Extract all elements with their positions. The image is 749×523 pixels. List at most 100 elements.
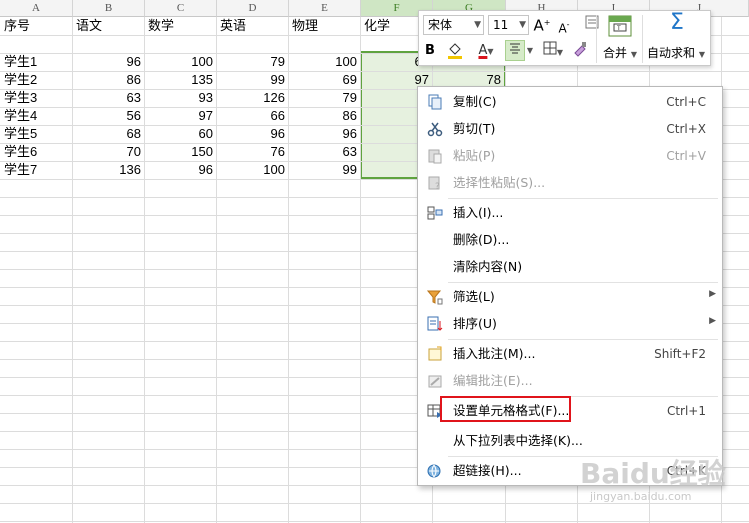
highlight-box xyxy=(440,396,571,422)
chevron-right-icon: ▶ xyxy=(709,316,716,326)
row-name-cell[interactable]: 学生7 xyxy=(1,161,72,179)
score-cell[interactable]: 96 xyxy=(145,161,216,179)
font-size-select[interactable]: 11 ▼ xyxy=(488,15,529,35)
menu-item-label: 插入(I)... xyxy=(453,205,504,220)
font-color-button[interactable]: A▼ xyxy=(473,41,499,62)
align-center-button[interactable] xyxy=(505,40,525,61)
menu-item-paste[interactable]: 粘贴(P) Ctrl+V xyxy=(418,143,722,169)
font-name-select[interactable]: 宋体 ▼ xyxy=(423,15,484,35)
filter-icon xyxy=(427,290,443,305)
menu-item-label: 选择性粘贴(S)... xyxy=(453,175,546,190)
row-name-cell[interactable]: 学生1 xyxy=(1,53,72,71)
menu-item-label: 超链接(H)... xyxy=(453,463,522,478)
grow-font-icon: A xyxy=(533,16,544,35)
score-cell[interactable]: 99 xyxy=(289,161,360,179)
column-header-c[interactable]: C xyxy=(145,0,217,17)
menu-item-shortcut: Ctrl+C xyxy=(666,95,706,109)
header-cell-id[interactable]: 序号 xyxy=(1,17,72,35)
chevron-right-icon: ▶ xyxy=(709,289,716,299)
fill-color-button[interactable] xyxy=(441,41,469,66)
score-cell[interactable]: 96 xyxy=(73,53,144,71)
hyperlink-icon xyxy=(427,464,441,478)
grow-font-button[interactable]: A+ xyxy=(533,13,551,37)
score-cell[interactable]: 150 xyxy=(145,143,216,161)
menu-item-filter[interactable]: 筛选(L) ▶ xyxy=(418,284,722,310)
menu-item-label: 复制(C) xyxy=(453,94,497,109)
score-cell[interactable]: 63 xyxy=(289,143,360,161)
score-cell[interactable]: 79 xyxy=(217,53,288,71)
score-cell[interactable]: 86 xyxy=(73,71,144,89)
score-cell[interactable]: 100 xyxy=(145,53,216,71)
menu-item-label: 筛选(L) xyxy=(453,289,495,304)
menu-item-label: 剪切(T) xyxy=(453,121,496,136)
score-cell[interactable]: 100 xyxy=(217,161,288,179)
row-name-cell[interactable]: 学生6 xyxy=(1,143,72,161)
score-cell[interactable]: 79 xyxy=(289,89,360,107)
shrink-font-button[interactable]: A- xyxy=(555,15,573,39)
clear-format-button[interactable] xyxy=(581,14,603,34)
autosum-text: 自动求和 xyxy=(647,46,696,60)
row-name-cell[interactable]: 学生5 xyxy=(1,125,72,143)
edit-comment-icon xyxy=(428,375,442,388)
sort-icon xyxy=(427,316,443,331)
menu-item-clear-contents[interactable]: 清除内容(N) xyxy=(418,254,722,280)
autosum-icon[interactable]: Σ xyxy=(665,12,689,39)
score-cell[interactable]: 56 xyxy=(73,107,144,125)
menu-item-label: 排序(U) xyxy=(453,316,497,331)
menu-item-shortcut: Ctrl+X xyxy=(666,122,706,136)
score-cell[interactable]: 68 xyxy=(73,125,144,143)
menu-item-sort[interactable]: 排序(U) ▶ xyxy=(418,311,722,337)
score-cell[interactable]: 70 xyxy=(73,143,144,161)
score-cell[interactable]: 86 xyxy=(289,107,360,125)
menu-item-insert-comment[interactable]: 插入批注(M)... Shift+F2 xyxy=(418,341,722,367)
score-cell[interactable]: 69 xyxy=(289,71,360,89)
borders-button[interactable]: ▼ xyxy=(539,41,567,63)
paint-bucket-icon xyxy=(448,43,462,59)
menu-item-label: 从下拉列表中选择(K)... xyxy=(453,433,583,448)
merge-cells-icon: T xyxy=(608,15,632,37)
score-cell[interactable]: 136 xyxy=(73,161,144,179)
score-cell[interactable]: 76 xyxy=(217,143,288,161)
score-cell[interactable]: 99 xyxy=(217,71,288,89)
merge-label[interactable]: 合并 ▼ xyxy=(603,45,637,63)
menu-item-cut[interactable]: 剪切(T) Ctrl+X xyxy=(418,116,722,142)
score-cell[interactable]: 126 xyxy=(217,89,288,107)
menu-item-delete[interactable]: 删除(D)... xyxy=(418,227,722,253)
score-cell[interactable]: 135 xyxy=(145,71,216,89)
score-cell[interactable]: 96 xyxy=(289,125,360,143)
svg-text:T: T xyxy=(616,25,621,32)
header-cell-english[interactable]: 英语 xyxy=(217,17,288,35)
score-cell[interactable]: 63 xyxy=(73,89,144,107)
header-cell-math[interactable]: 数学 xyxy=(145,17,216,35)
menu-item-insert[interactable]: 插入(I)... xyxy=(418,200,722,226)
menu-item-paste-special[interactable]: ? 选择性粘贴(S)... xyxy=(418,170,722,196)
column-header-a[interactable]: A xyxy=(0,0,73,17)
align-dropdown-button[interactable]: ▼ xyxy=(525,41,535,61)
menu-item-shortcut: Shift+F2 xyxy=(654,347,706,361)
score-cell[interactable]: 100 xyxy=(289,53,360,71)
menu-item-copy[interactable]: 复制(C) Ctrl+C xyxy=(418,89,722,115)
score-cell[interactable]: 60 xyxy=(145,125,216,143)
column-header-d[interactable]: D xyxy=(217,0,289,17)
paste-special-icon: ? xyxy=(428,176,440,191)
row-name-cell[interactable]: 学生4 xyxy=(1,107,72,125)
menu-item-edit-comment[interactable]: 编辑批注(E)... xyxy=(418,368,722,394)
column-header-e[interactable]: E xyxy=(289,0,361,17)
header-cell-physics[interactable]: 物理 xyxy=(289,17,360,35)
score-cell[interactable]: 93 xyxy=(145,89,216,107)
merge-button[interactable]: T xyxy=(607,15,633,39)
score-cell[interactable]: 66 xyxy=(217,107,288,125)
mini-format-toolbar: 宋体 ▼ 11 ▼ A+ A- B A▼ ▼ ▼ T 合并 ▼ Σ 自动求和 ▼ xyxy=(418,10,711,66)
header-cell-chinese[interactable]: 语文 xyxy=(73,17,144,35)
score-cell[interactable]: 96 xyxy=(217,125,288,143)
score-cell[interactable]: 97 xyxy=(145,107,216,125)
font-name-value: 宋体 xyxy=(428,18,453,32)
row-name-cell[interactable]: 学生3 xyxy=(1,89,72,107)
row-name-cell[interactable]: 学生2 xyxy=(1,71,72,89)
format-painter-button[interactable] xyxy=(571,41,589,64)
menu-item-pick-from-list[interactable]: 从下拉列表中选择(K)... xyxy=(418,428,722,454)
scissors-icon xyxy=(427,122,443,137)
autosum-label[interactable]: 自动求和 ▼ xyxy=(647,45,705,63)
column-header-b[interactable]: B xyxy=(73,0,145,17)
bold-button[interactable]: B xyxy=(423,41,437,61)
